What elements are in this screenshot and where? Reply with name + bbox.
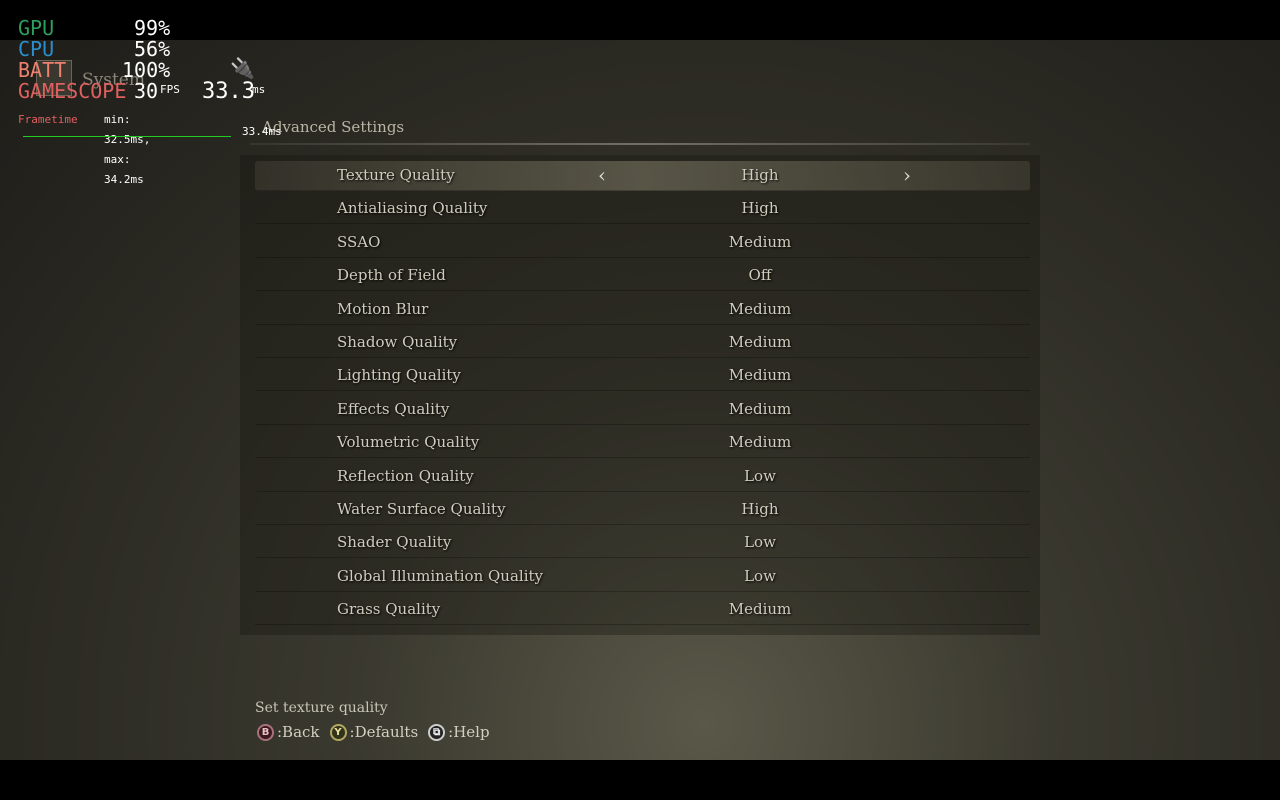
frametime-label: Frametime	[18, 113, 78, 126]
batt-value: 100%	[122, 58, 171, 82]
setting-row[interactable]: Global Illumination Quality Low	[255, 562, 1030, 592]
setting-value: Medium	[728, 366, 792, 385]
ms-unit: ms	[252, 83, 266, 96]
setting-value: Medium	[728, 299, 792, 318]
defaults-label: :Defaults	[349, 723, 419, 741]
setting-row[interactable]: Reflection Quality Low	[255, 462, 1030, 492]
frametime-minmax: min: 32.5ms, max: 34.2ms	[104, 113, 151, 186]
setting-label: Volumetric Quality	[337, 433, 480, 452]
help-label: :Help	[448, 723, 490, 741]
setting-label: Reflection Quality	[337, 466, 474, 485]
setting-row[interactable]: Volumetric Quality Medium	[255, 428, 1030, 459]
gamescope-label: GAMESCOPE	[18, 79, 127, 103]
b-button-icon: B	[257, 723, 274, 741]
setting-row[interactable]: Motion Blur Medium	[255, 295, 1030, 325]
setting-label: SSAO	[337, 232, 381, 251]
plug-icon: 🔌	[230, 56, 255, 80]
batt-label: BATT	[18, 58, 67, 82]
back-button[interactable]: B:Back	[257, 723, 320, 741]
setting-label: Effects Quality	[337, 399, 450, 418]
setting-row[interactable]: Shader Quality Low	[255, 528, 1030, 559]
setting-label: Motion Blur	[337, 299, 429, 318]
setting-label: Texture Quality	[337, 166, 455, 184]
setting-value: Medium	[728, 399, 792, 418]
cpu-label: CPU	[18, 37, 55, 61]
setting-label: Global Illumination Quality	[337, 566, 544, 585]
setting-row[interactable]: Effects Quality Medium	[255, 395, 1030, 425]
setting-value: Low	[744, 533, 776, 552]
setting-label: Lighting Quality	[337, 366, 461, 385]
setting-row[interactable]: Depth of Field Off	[255, 261, 1030, 292]
setting-label: Water Surface Quality	[337, 500, 506, 518]
help-button[interactable]: ⧉:Help	[428, 723, 490, 741]
setting-value: Off	[748, 266, 772, 285]
setting-row[interactable]: Antialiasing Quality High	[255, 194, 1030, 225]
setting-value: Low	[744, 566, 776, 585]
setting-value: Medium	[728, 433, 792, 452]
setting-label: Shader Quality	[337, 533, 452, 552]
defaults-button[interactable]: Y:Defaults	[329, 723, 419, 741]
setting-value: Medium	[728, 232, 792, 251]
view-button-icon: ⧉	[428, 723, 446, 741]
divider	[250, 143, 1030, 145]
chevron-right-icon[interactable]: ›	[903, 163, 911, 187]
gpu-label: GPU	[18, 16, 55, 40]
back-label: :Back	[277, 723, 320, 741]
fps-unit: FPS	[160, 83, 180, 96]
setting-value: Medium	[728, 333, 792, 351]
button-prompts: B:Back Y:Defaults ⧉:Help	[257, 723, 496, 741]
help-text: Set texture quality	[255, 700, 388, 716]
page-title: Advanced Settings	[262, 118, 405, 136]
setting-value: High	[741, 500, 779, 518]
setting-row[interactable]: Water Surface Quality High	[255, 495, 1030, 525]
gpu-value: 99%	[134, 16, 171, 40]
setting-row[interactable]: Texture Quality High ‹ ›	[255, 161, 1030, 191]
frametime-value: 33.3	[202, 79, 255, 104]
setting-value: Medium	[728, 600, 792, 619]
setting-label: Depth of Field	[337, 266, 446, 285]
y-button-icon: Y	[329, 723, 347, 741]
setting-row[interactable]: SSAO Medium	[255, 228, 1030, 258]
cpu-value: 56%	[134, 37, 171, 61]
frametime-current: 33.4ms	[242, 125, 282, 138]
setting-row[interactable]: Lighting Quality Medium	[255, 361, 1030, 392]
setting-value: High	[741, 166, 779, 184]
setting-row[interactable]: Shadow Quality Medium	[255, 328, 1030, 358]
fps-value: 30	[134, 79, 159, 103]
frametime-graph	[23, 136, 231, 137]
setting-label: Grass Quality	[337, 600, 441, 619]
chevron-left-icon[interactable]: ‹	[598, 163, 606, 187]
setting-label: Shadow Quality	[337, 333, 458, 351]
setting-row[interactable]: Grass Quality Medium	[255, 595, 1030, 626]
setting-label: Antialiasing Quality	[337, 199, 488, 218]
setting-value: Low	[744, 466, 776, 485]
setting-value: High	[741, 199, 779, 218]
